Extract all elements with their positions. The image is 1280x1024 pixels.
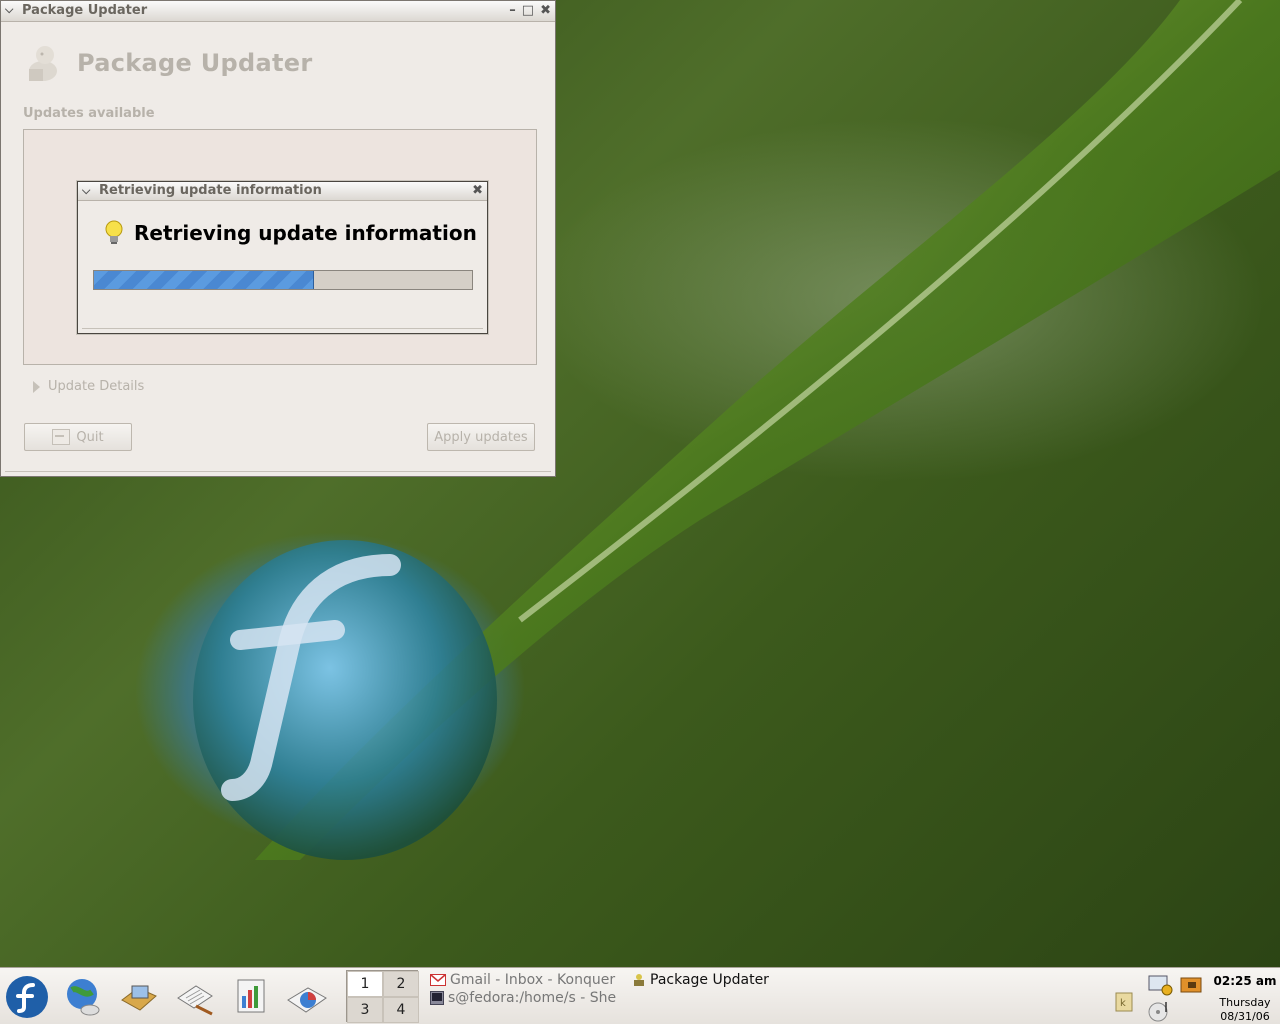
svg-text:k: k <box>1120 998 1126 1009</box>
spreadsheet-icon <box>237 979 265 1013</box>
lightbulb-icon <box>105 220 123 244</box>
task-gmail[interactable]: Gmail - Inbox - Konquer <box>430 972 626 988</box>
package-updater-icon <box>634 974 644 986</box>
audio-cd-icon[interactable] <box>1148 1000 1172 1022</box>
quit-label: Quit <box>76 429 104 445</box>
retrieving-dialog: ⌵ Retrieving update information ✖ Retrie… <box>77 181 488 334</box>
update-details-label: Update Details <box>48 379 145 394</box>
window-footer-divider <box>5 471 551 472</box>
progress-bar <box>93 270 473 290</box>
apply-updates-label: Apply updates <box>434 429 528 445</box>
bottom-panel: 1 2 3 4 Gmail - Inbox - Konquer Package … <box>0 967 1280 1024</box>
dialog-heading: Retrieving update information <box>104 220 477 246</box>
presentation-icon <box>287 987 327 1013</box>
progress-fill <box>94 271 315 289</box>
fedora-menu-icon <box>6 976 48 1018</box>
clock-time: 02:25 am <box>1213 974 1277 988</box>
dialog-footer-divider <box>82 328 483 329</box>
web-browser-launcher[interactable] <box>60 974 106 1020</box>
text-editor-icon <box>177 985 213 1016</box>
system-tray: k <box>1110 972 1206 1022</box>
gmail-icon <box>430 974 446 986</box>
klipper-icon[interactable]: k <box>1114 990 1134 1012</box>
task-label: Package Updater <box>650 972 769 988</box>
panel-clock[interactable]: 02:25 am Thursday 08/31/06 <box>1212 974 1278 1024</box>
expander-arrow-icon <box>33 380 40 393</box>
workspace-2[interactable]: 2 <box>383 971 419 997</box>
workspace-3[interactable]: 3 <box>347 997 383 1023</box>
quit-icon <box>52 429 71 445</box>
web-browser-icon <box>67 979 100 1016</box>
app-title: Package Updater <box>77 49 313 77</box>
workspace-pager: 1 2 3 4 <box>346 970 419 1023</box>
clock-day: Thursday <box>1219 996 1271 1009</box>
maximize-icon[interactable]: □ <box>522 3 534 18</box>
dialog-menu-icon[interactable]: ⌵ <box>82 185 94 197</box>
task-label: Gmail - Inbox - Konquer <box>450 972 616 988</box>
fedora-menu-button[interactable] <box>4 974 50 1020</box>
task-shell[interactable]: s@fedora:/home/s - She <box>430 990 626 1006</box>
task-package-updater[interactable]: Package Updater <box>632 972 872 988</box>
close-icon[interactable]: ✖ <box>540 3 551 18</box>
task-label: s@fedora:/home/s - She <box>448 990 617 1006</box>
quit-button[interactable]: Quit <box>24 423 132 451</box>
task-list: Gmail - Inbox - Konquer Package Updater … <box>430 970 910 1022</box>
window-title: Package Updater <box>22 3 148 18</box>
workspace-1[interactable]: 1 <box>347 971 383 997</box>
window-controls: – □ ✖ <box>509 3 551 18</box>
dialog-controls: ✖ <box>472 183 483 198</box>
package-updater-icon <box>29 46 57 81</box>
file-manager-launcher[interactable] <box>116 974 162 1020</box>
dialog-titlebar[interactable]: ⌵ Retrieving update information ✖ <box>78 182 487 201</box>
terminal-icon <box>430 991 444 1005</box>
window-menu-icon[interactable]: ⌵ <box>5 4 17 16</box>
workspace-4[interactable]: 4 <box>383 997 419 1023</box>
text-editor-launcher[interactable] <box>172 974 218 1020</box>
minimize-icon[interactable]: – <box>509 3 516 18</box>
dialog-message: Retrieving update information <box>134 221 477 245</box>
update-details-expander[interactable]: Update Details <box>33 379 144 394</box>
dialog-title: Retrieving update information <box>99 183 322 198</box>
window-titlebar[interactable]: ⌵ Package Updater – □ ✖ <box>1 1 555 22</box>
dialog-close-icon[interactable]: ✖ <box>472 183 483 198</box>
updates-available-label: Updates available <box>23 106 155 121</box>
presentation-launcher[interactable] <box>284 974 330 1020</box>
app-header: Package Updater <box>23 41 312 85</box>
update-notifier-icon[interactable] <box>1148 974 1174 996</box>
clock-date: 08/31/06 <box>1220 1010 1270 1023</box>
apply-updates-button[interactable]: Apply updates <box>427 423 535 451</box>
spreadsheet-launcher[interactable] <box>228 974 274 1020</box>
power-icon[interactable] <box>1180 976 1202 994</box>
file-manager-icon <box>121 985 157 1011</box>
